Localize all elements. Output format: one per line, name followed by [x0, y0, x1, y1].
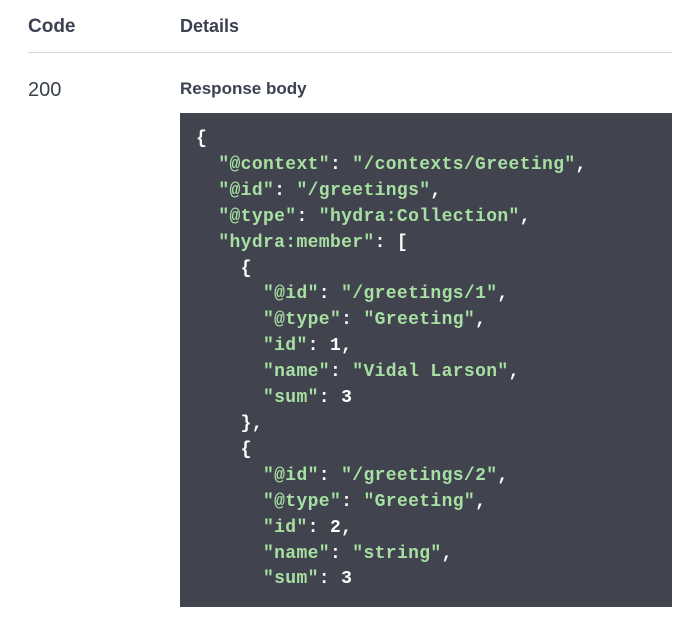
header-details-label: Details: [180, 16, 672, 38]
responses-panel: Code Details 200 Response body { "@conte…: [0, 0, 700, 607]
status-code: 200: [28, 79, 180, 607]
response-row: 200 Response body { "@context": "/contex…: [28, 53, 672, 607]
response-body-code[interactable]: { "@context": "/contexts/Greeting", "@id…: [180, 113, 672, 607]
response-details: Response body { "@context": "/contexts/G…: [180, 79, 672, 607]
response-body-label: Response body: [180, 79, 672, 99]
responses-header-row: Code Details: [28, 0, 672, 53]
header-code-label: Code: [28, 16, 180, 38]
